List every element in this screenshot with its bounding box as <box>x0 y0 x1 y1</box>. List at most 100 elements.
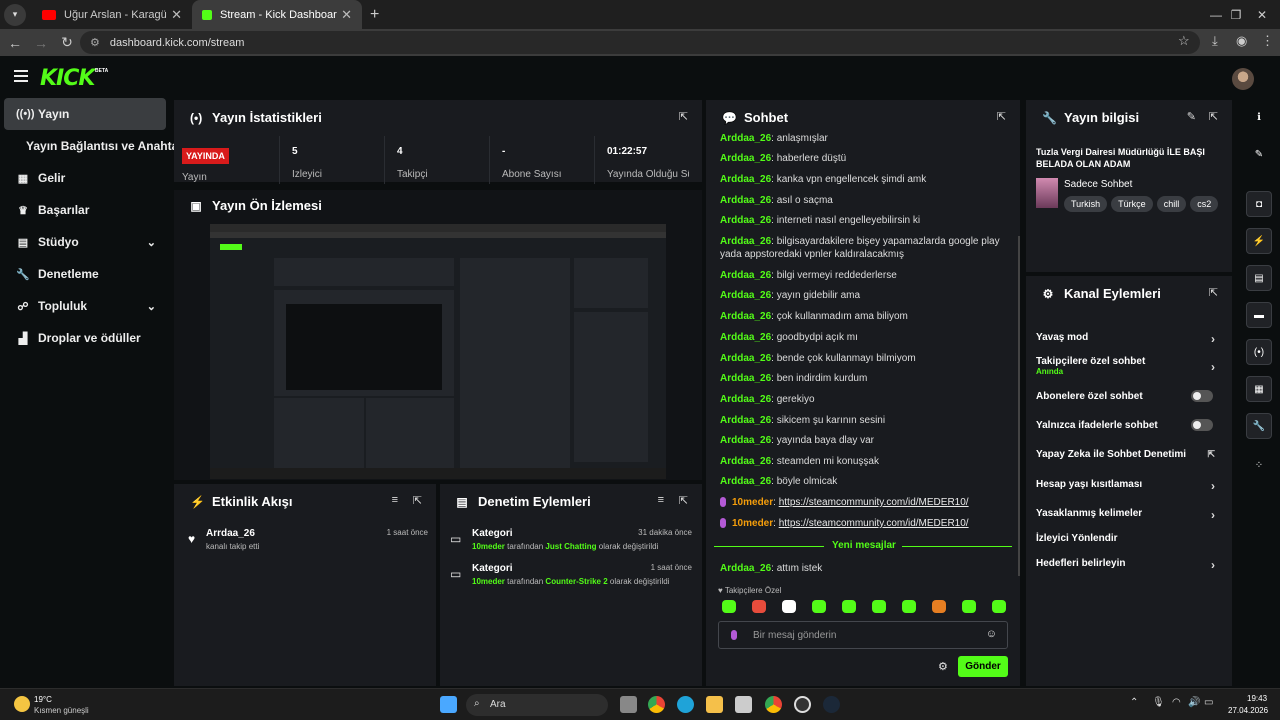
bookmark-star-icon[interactable]: ☆ <box>1178 33 1190 49</box>
close-tab-icon[interactable]: ✕ <box>171 7 182 23</box>
mic-tray-icon[interactable]: 🎙 <box>1152 697 1165 708</box>
file-explorer-icon[interactable] <box>706 696 723 713</box>
info-icon[interactable]: ℹ <box>1246 104 1272 130</box>
chat-username[interactable]: Arddaa_26 <box>720 270 771 281</box>
popout-icon[interactable]: ⇱ <box>1209 110 1218 123</box>
broadcast-icon[interactable]: (•) <box>1246 339 1272 365</box>
reload-icon[interactable]: ↻ <box>54 34 80 51</box>
popout-icon[interactable]: ⇱ <box>679 494 688 507</box>
wrench-icon[interactable]: 🔧 <box>1246 413 1272 439</box>
chat-username[interactable]: Arddaa_26 <box>720 133 771 144</box>
action-banned-words[interactable]: Yasaklanmış kelimeler › <box>1036 508 1221 522</box>
popout-icon[interactable]: ⇱ <box>997 110 1006 123</box>
site-info-icon[interactable]: ⚙ <box>90 36 100 49</box>
edit-pencil-icon[interactable]: ✎ <box>1246 141 1272 167</box>
new-tab-icon[interactable]: + <box>370 6 379 24</box>
more-dots-icon[interactable]: ⁘ <box>1246 452 1272 478</box>
chevron-down-icon[interactable]: ⌄ <box>147 300 156 313</box>
action-followers-only[interactable]: Takipçilere özel sohbet Anında › <box>1036 356 1221 376</box>
action-slow-mode[interactable]: Yavaş mod › <box>1036 332 1221 346</box>
action-emotes-only[interactable]: Yalnızca ifadelerle sohbet <box>1036 419 1221 431</box>
windows-start-icon[interactable] <box>440 696 457 713</box>
taskbar-search[interactable]: ⌕ Ara <box>466 694 608 716</box>
tab-kick-dashboard[interactable]: Stream - Kick Dashboard ✕ <box>192 0 362 29</box>
chat-username[interactable]: Arddaa_26 <box>720 174 771 185</box>
download-icon[interactable]: ⤓ <box>1212 33 1218 49</box>
clock-time[interactable]: 19:43 <box>1247 694 1267 703</box>
profile-icon[interactable]: ◉ <box>1236 33 1247 49</box>
chat-username[interactable]: 10meder <box>732 497 773 508</box>
close-tab-icon[interactable]: ✕ <box>341 7 352 23</box>
toggle-switch[interactable] <box>1191 390 1213 402</box>
notes-icon[interactable]: ▤ <box>1246 265 1272 291</box>
chat-username[interactable]: Arddaa_26 <box>720 153 771 164</box>
url-field[interactable]: ⚙ dashboard.kick.com/stream <box>80 31 1200 54</box>
emote-icon[interactable] <box>992 600 1006 613</box>
mod-category[interactable]: Just Chatting <box>545 542 596 551</box>
lightning-icon[interactable]: ⚡ <box>1246 228 1272 254</box>
chat-link[interactable]: https://steamcommunity.com/id/MEDER10/ <box>779 518 969 529</box>
edge-icon[interactable] <box>677 696 694 713</box>
sidebar-item-studyo[interactable]: ▤ Stüdyo ⌄ <box>0 226 172 258</box>
obs-icon[interactable] <box>794 696 811 713</box>
emoji-icon[interactable]: ☺ <box>986 628 997 640</box>
action-subscribers-only[interactable]: Abonelere özel sohbet <box>1036 390 1221 402</box>
chat-input[interactable]: Bir mesaj gönderin ☺ <box>718 621 1008 649</box>
layout-icon[interactable]: ▦ <box>1246 376 1272 402</box>
filter-icon[interactable]: ≡ <box>658 494 664 506</box>
chrome-active-icon[interactable] <box>765 696 782 713</box>
stream-category[interactable]: Sadece Sohbet <box>1064 179 1132 190</box>
tab-search-icon[interactable]: ▾ <box>4 3 26 26</box>
chevron-down-icon[interactable]: ⌄ <box>147 236 156 249</box>
chat-username[interactable]: Arddaa_26 <box>720 456 771 467</box>
popout-icon[interactable]: ⇱ <box>1209 286 1218 299</box>
popout-icon[interactable]: ⇱ <box>679 110 688 123</box>
clock-date[interactable]: 27.04.2026 <box>1228 706 1268 715</box>
forward-icon[interactable]: → <box>28 35 54 51</box>
action-goals[interactable]: Hedefleri belirleyin › <box>1036 558 1221 572</box>
sidebar-item-topluluk[interactable]: ☍ Topluluk ⌄ <box>0 290 172 322</box>
store-icon[interactable] <box>735 696 752 713</box>
clip-icon[interactable]: ◘ <box>1246 191 1272 217</box>
mod-category[interactable]: Counter-Strike 2 <box>545 577 607 586</box>
mod-user[interactable]: 10meder <box>472 577 505 586</box>
chat-link[interactable]: https://steamcommunity.com/id/MEDER10/ <box>779 497 969 508</box>
action-raid[interactable]: İzleyici Yönlendir <box>1036 533 1221 544</box>
tag[interactable]: Türkçe <box>1111 196 1153 212</box>
emote-icon[interactable] <box>812 600 826 613</box>
emote-icon[interactable] <box>752 600 766 613</box>
close-window-icon[interactable]: ✕ <box>1242 0 1280 29</box>
tray-chevron-icon[interactable]: ⌃ <box>1130 697 1138 708</box>
sidebar-item-gelir[interactable]: ▦ Gelir <box>0 162 172 194</box>
edit-pencil-icon[interactable]: ✎ <box>1187 110 1196 123</box>
weather-icon[interactable] <box>14 696 30 712</box>
chat-username[interactable]: Arddaa_26 <box>720 476 771 487</box>
volume-icon[interactable]: 🔊 <box>1188 697 1200 708</box>
action-account-age[interactable]: Hesap yaşı kısıtlaması › <box>1036 479 1221 493</box>
sidebar-item-yayin[interactable]: ((•)) Yayın <box>4 98 166 130</box>
back-icon[interactable]: ← <box>2 35 28 51</box>
mod-user[interactable]: 10meder <box>472 542 505 551</box>
emote-icon[interactable] <box>902 600 916 613</box>
chat-username[interactable]: Arddaa_26 <box>720 332 771 343</box>
stream-preview-video[interactable] <box>210 224 666 479</box>
tab-youtube[interactable]: Uğur Arslan - Karagümrük Yangı ✕ <box>32 0 192 29</box>
chat-username[interactable]: Arddaa_26 <box>720 311 771 322</box>
hamburger-menu-icon[interactable] <box>14 70 28 82</box>
chat-username[interactable]: Arddaa_26 <box>720 290 771 301</box>
sidebar-item-denetleme[interactable]: 🔧 Denetleme <box>0 258 172 290</box>
chat-username[interactable]: Arddaa_26 <box>720 373 771 384</box>
filter-icon[interactable]: ≡ <box>392 494 398 506</box>
tag[interactable]: Turkish <box>1064 196 1108 212</box>
steam-icon[interactable] <box>823 696 840 713</box>
emote-icon[interactable] <box>782 600 796 613</box>
chrome-icon[interactable] <box>648 696 665 713</box>
chat-username[interactable]: Arddaa_26 <box>720 236 771 247</box>
chat-username[interactable]: Arddaa_26 <box>720 415 771 426</box>
popout-icon[interactable]: ⇱ <box>413 494 422 507</box>
action-ai-moderation[interactable]: Yapay Zeka ile Sohbet Denetimi ⇱ <box>1036 449 1221 460</box>
battery-icon[interactable]: ▭ <box>1204 697 1213 708</box>
wifi-icon[interactable]: ◠ <box>1172 697 1181 708</box>
sidebar-item-basarilar[interactable]: ♛ Başarılar <box>0 194 172 226</box>
user-avatar[interactable] <box>1232 68 1254 90</box>
